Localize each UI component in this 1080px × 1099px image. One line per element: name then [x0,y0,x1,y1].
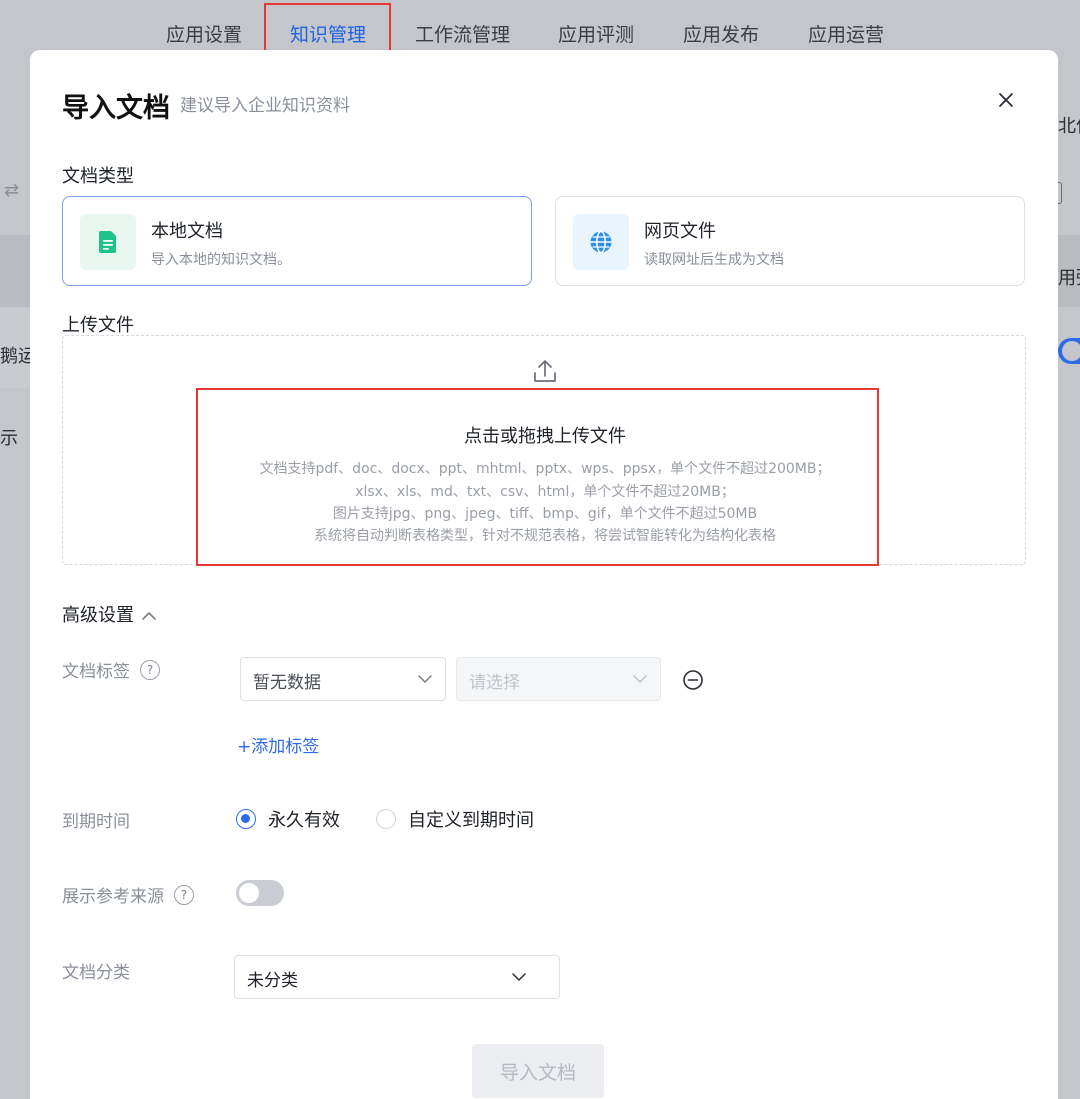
close-icon[interactable] [994,88,1018,112]
doc-type-webpage-desc: 读取网址后生成为文档 [644,252,784,268]
upload-icon [533,358,557,384]
remove-tag-icon[interactable] [682,669,704,691]
chevron-down-icon [418,675,432,683]
tab-knowledge-management[interactable]: 知识管理 [290,20,366,47]
doc-tag-label: 文档标签 [62,662,130,682]
doc-type-webpage[interactable]: 网页文件 读取网址后生成为文档 [555,196,1025,286]
bg-fragment-left-2: 示 [0,428,18,449]
expiry-option-custom[interactable]: 自定义到期时间 [376,806,534,832]
category-select[interactable]: 未分类 [234,955,560,999]
category-label-row: 文档分类 [62,958,130,983]
advanced-settings-label: 高级设置 [62,605,134,626]
radio-unchecked [376,809,396,829]
globe-icon [573,214,629,270]
chevron-down-icon [512,973,526,981]
upload-format-line: 文档支持pdf、doc、docx、ppt、mhtml、pptx、wps、ppsx… [259,461,831,477]
upload-format-line: xlsx、xls、md、txt、csv、html，单个文件不超过20MB； [355,484,735,500]
doc-tag-label-row: 文档标签 ? [62,657,160,682]
tab-app-operations[interactable]: 应用运营 [808,20,884,47]
help-icon[interactable]: ? [174,884,194,905]
upload-format-line: 系统将自动判断表格类型，针对不规范表格，将尝试智能转化为结构化表格 [314,528,776,544]
doc-type-local-desc: 导入本地的知识文档。 [151,252,291,268]
chevron-down-icon [633,675,647,683]
chevron-up-icon [142,605,156,624]
doc-type-local[interactable]: 本地文档 导入本地的知识文档。 [62,196,532,286]
add-tag-link[interactable]: +添加标签 [237,732,319,757]
doc-type-local-name: 本地文档 [151,221,223,242]
help-icon[interactable]: ? [140,659,160,680]
tab-app-settings[interactable]: 应用设置 [166,20,242,47]
upload-format-line: 图片支持jpg、png、jpeg、tiff、bmp、gif，单个文件不超过50M… [332,506,758,522]
category-label: 文档分类 [62,963,130,983]
bg-left-band [0,235,30,307]
show-source-label: 展示参考来源 [62,887,164,907]
file-icon [80,214,136,270]
bg-input-edge [1058,182,1062,204]
swap-icon: ⇄ [4,180,20,201]
import-document-modal: 导入文档 建议导入企业知识资料 文档类型 本地文档 导入本地的知识文档。 网页文… [30,50,1058,1099]
category-select-value: 未分类 [247,971,298,991]
advanced-settings-toggle[interactable]: 高级设置 [62,601,156,627]
doc-tag-value-select[interactable]: 请选择 [456,657,661,701]
tab-workflow-management[interactable]: 工作流管理 [415,20,510,47]
modal-subtitle: 建议导入企业知识资料 [180,96,350,116]
upload-file-label: 上传文件 [62,315,134,336]
expiry-option-permanent-label: 永久有效 [268,810,340,831]
doc-type-label: 文档类型 [62,166,134,187]
doc-tag-value-placeholder: 请选择 [469,673,520,693]
doc-tag-select-value: 暂无数据 [253,673,321,693]
expiry-option-permanent[interactable]: 永久有效 [236,806,340,832]
bg-fragment-right-1: 北亿 [1058,116,1080,137]
doc-type-webpage-name: 网页文件 [644,221,716,242]
expiry-option-custom-label: 自定义到期时间 [408,810,534,831]
upload-dropzone[interactable]: 点击或拖拽上传文件 文档支持pdf、doc、docx、ppt、mhtml、ppt… [62,335,1026,565]
radio-checked [236,809,256,829]
doc-tag-select[interactable]: 暂无数据 [240,657,446,701]
toggle-knob [239,883,259,903]
show-source-toggle[interactable] [236,880,284,906]
expiry-label: 到期时间 [62,807,130,832]
import-document-button[interactable]: 导入文档 [472,1044,604,1098]
bg-toggle-on [1058,338,1080,364]
expiry-label-text: 到期时间 [62,812,130,832]
modal-title: 导入文档 [62,93,170,124]
tab-app-publish[interactable]: 应用发布 [683,20,759,47]
upload-title: 点击或拖拽上传文件 [464,426,626,447]
show-source-label-row: 展示参考来源 ? [62,882,194,907]
bg-fragment-right-2: 用粥 [1058,268,1080,289]
tab-app-evaluation[interactable]: 应用评测 [558,20,634,47]
